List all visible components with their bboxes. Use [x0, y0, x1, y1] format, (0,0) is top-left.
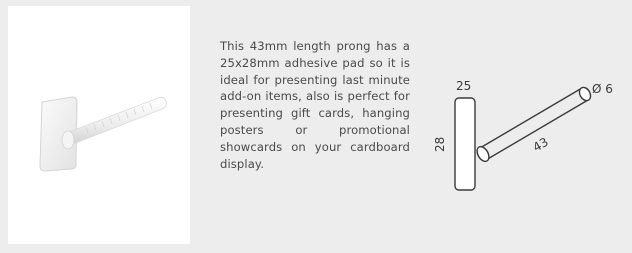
product-photo: [8, 6, 190, 244]
rod-tip-ellipse: [578, 86, 592, 102]
rod-top-edge: [479, 87, 583, 149]
product-description: This 43mm length prong has a 25x28mm adh…: [220, 39, 410, 171]
rod-base-ellipse: [476, 145, 490, 163]
plate-outline: [454, 97, 476, 191]
height-label: 28: [433, 137, 447, 152]
length-label: 43: [531, 135, 551, 155]
width-label: 25: [456, 79, 471, 93]
diameter-label: Ø 6: [592, 82, 613, 96]
prong-photo-illustration: [39, 96, 167, 172]
dimension-diagram: 25 28 43 Ø 6: [433, 79, 613, 191]
